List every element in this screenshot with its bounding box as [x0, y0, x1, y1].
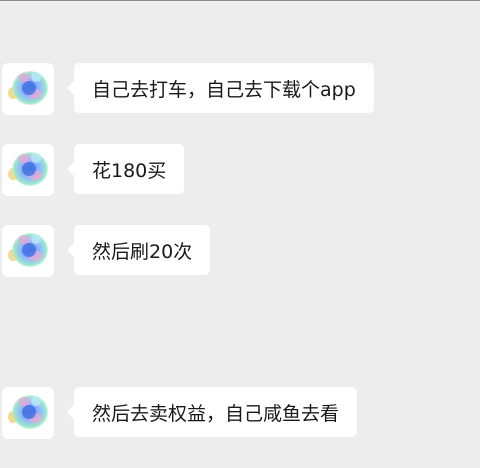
chat-message-list[interactable]: 自己去打车，自己去下载个app 花180买 然后刷20次 然后去卖权益，自己咸鱼…: [0, 0, 480, 468]
message-row: 花180买: [0, 144, 480, 196]
message-row: 然后去卖权益，自己咸鱼去看: [0, 387, 480, 439]
message-bubble[interactable]: 自己去打车，自己去下载个app: [67, 63, 374, 113]
message-text: 自己去打车，自己去下载个app: [92, 78, 356, 101]
message-bubble[interactable]: 然后去卖权益，自己咸鱼去看: [66, 387, 358, 437]
message-text: 花180买: [92, 159, 167, 182]
gradient-creature-avatar-icon: [8, 152, 48, 186]
gradient-creature-avatar-icon: [8, 395, 48, 429]
message-row: 自己去打车，自己去下载个app: [0, 63, 480, 115]
message-bubble[interactable]: 然后刷20次: [66, 225, 211, 275]
message-text: 然后去卖权益，自己咸鱼去看: [92, 402, 340, 425]
sender-avatar[interactable]: [2, 387, 54, 439]
gradient-creature-avatar-icon: [8, 233, 48, 267]
message-text: 然后刷20次: [92, 240, 193, 263]
message-row: 然后刷20次: [0, 225, 480, 277]
sender-avatar[interactable]: [2, 144, 54, 196]
message-bubble[interactable]: 花180买: [66, 144, 185, 194]
gradient-creature-avatar-icon: [8, 71, 48, 105]
sender-avatar[interactable]: [2, 225, 54, 277]
sender-avatar[interactable]: [2, 63, 54, 115]
